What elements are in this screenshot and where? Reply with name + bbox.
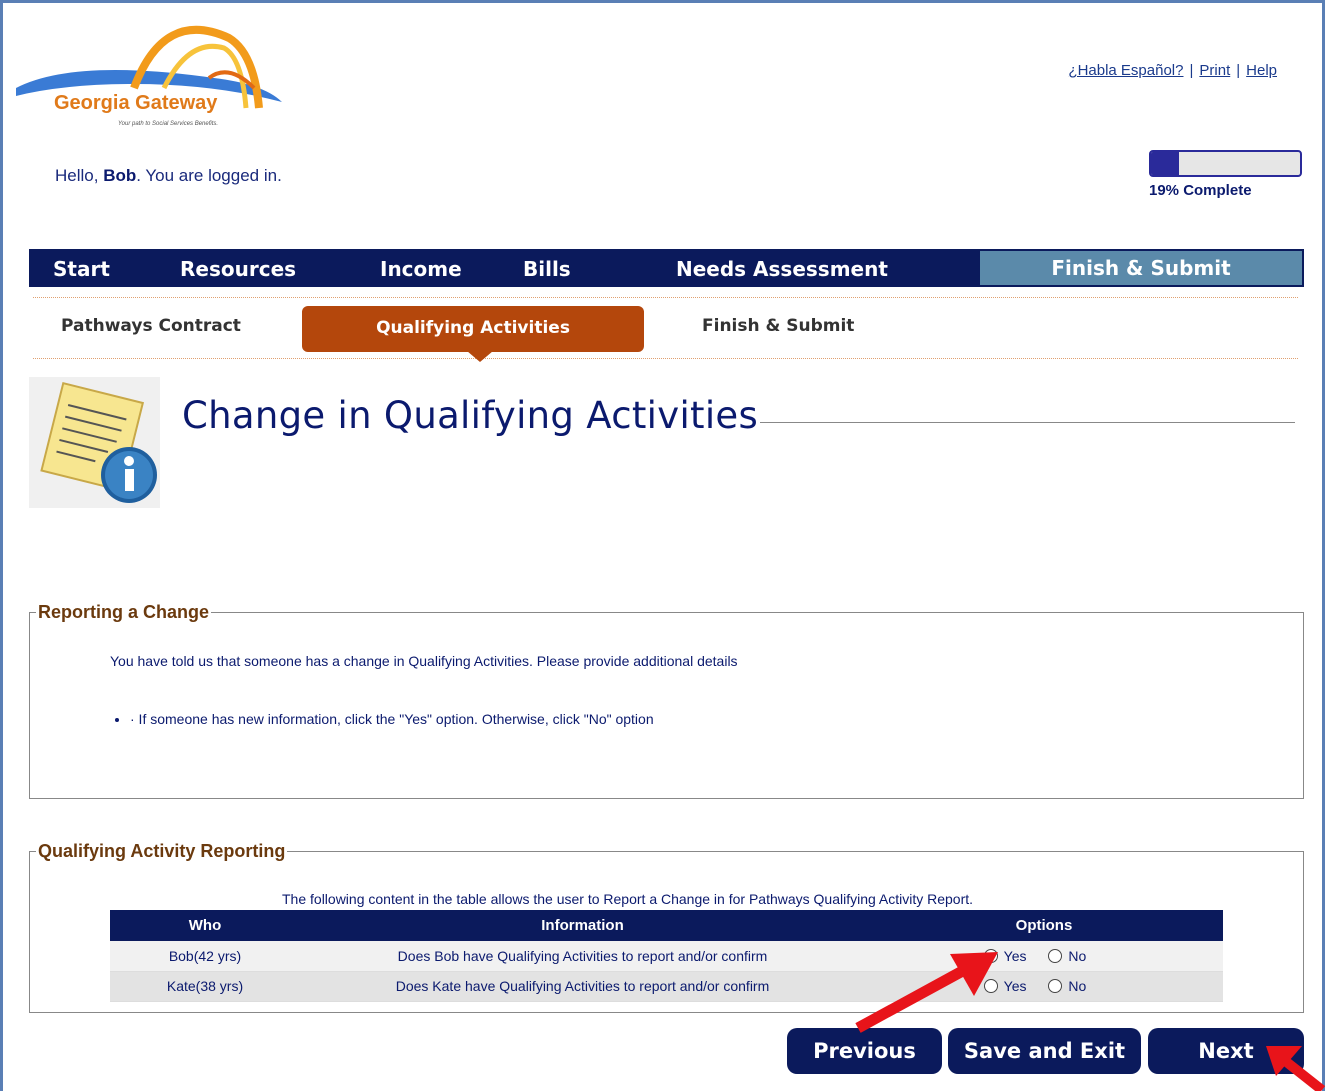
reporting-change-legend: Reporting a Change [36,602,212,623]
progress-label: 19% Complete [1149,182,1252,199]
subnav-finish-submit[interactable]: Finish & Submit [702,316,854,336]
login-greeting: Hello, Bob. You are logged in. [55,166,282,185]
spanish-link[interactable]: ¿Habla Español? [1068,62,1183,79]
nav-bills[interactable]: Bills [523,249,571,287]
page-title: Change in Qualifying Activities [182,394,759,437]
help-link[interactable]: Help [1246,62,1277,79]
reporting-change-bullets: · If someone has new information, click … [130,711,654,727]
nav-needs-assessment[interactable]: Needs Assessment [676,249,888,287]
col-who: Who [110,910,300,941]
table-row: Kate(38 yrs) Does Kate have Qualifying A… [110,971,1223,1002]
radio-circle[interactable] [1048,979,1063,993]
row-info: Does Bob have Qualifying Activities to r… [300,941,865,972]
qa-table: Who Information Options Bob(42 yrs) Does… [110,910,1223,1002]
row-who: Bob(42 yrs) [110,941,300,972]
table-row: Bob(42 yrs) Does Bob have Qualifying Act… [110,941,1223,972]
reporting-change-section: Reporting a Change You have told us that… [29,602,1304,799]
top-links: ¿Habla Español? | Print | Help [1068,62,1277,79]
nav-resources[interactable]: Resources [180,249,296,287]
col-options: Options [865,910,1223,941]
qa-reporting-section: Qualifying Activity Reporting The follow… [29,841,1304,1013]
nav-income[interactable]: Income [380,249,462,287]
qa-reporting-legend: Qualifying Activity Reporting [36,841,288,862]
qa-table-caption: The following content in the table allow… [282,891,974,907]
main-nav: Start Resources Income Bills Needs Asses… [29,249,1304,287]
annotation-arrow-yes [855,952,998,1033]
sub-nav: Pathways Contract Qualifying Activities … [33,297,1298,362]
nav-finish-submit[interactable]: Finish & Submit [978,249,1304,287]
document-info-icon [29,377,160,508]
row-info: Does Kate have Qualifying Activities to … [300,971,865,1002]
progress-bar [1149,150,1302,177]
active-tab-caret [467,351,493,362]
subnav-qualifying-activities[interactable]: Qualifying Activities [302,306,644,352]
print-link[interactable]: Print [1199,62,1230,79]
progress-bar-fill [1151,152,1180,175]
nav-start[interactable]: Start [53,249,110,287]
radio-no-kate[interactable]: No [1048,978,1086,994]
logo-tagline: Your path to Social Services Benefits. [118,121,219,127]
title-rule [760,422,1295,423]
logo-brand-text: Georgia Gateway [54,92,218,114]
georgia-gateway-logo [16,25,282,109]
radio-circle[interactable] [1048,948,1063,963]
reporting-change-description: You have told us that someone has a chan… [110,653,738,669]
annotation-arrow-next [1266,1046,1325,1091]
radio-no-bob[interactable]: No [1048,948,1086,964]
reporting-change-bullet: · If someone has new information, click … [130,711,654,727]
subnav-pathways-contract[interactable]: Pathways Contract [61,316,241,336]
col-information: Information [300,910,865,941]
user-name: Bob [103,166,137,185]
row-who: Kate(38 yrs) [110,971,300,1002]
